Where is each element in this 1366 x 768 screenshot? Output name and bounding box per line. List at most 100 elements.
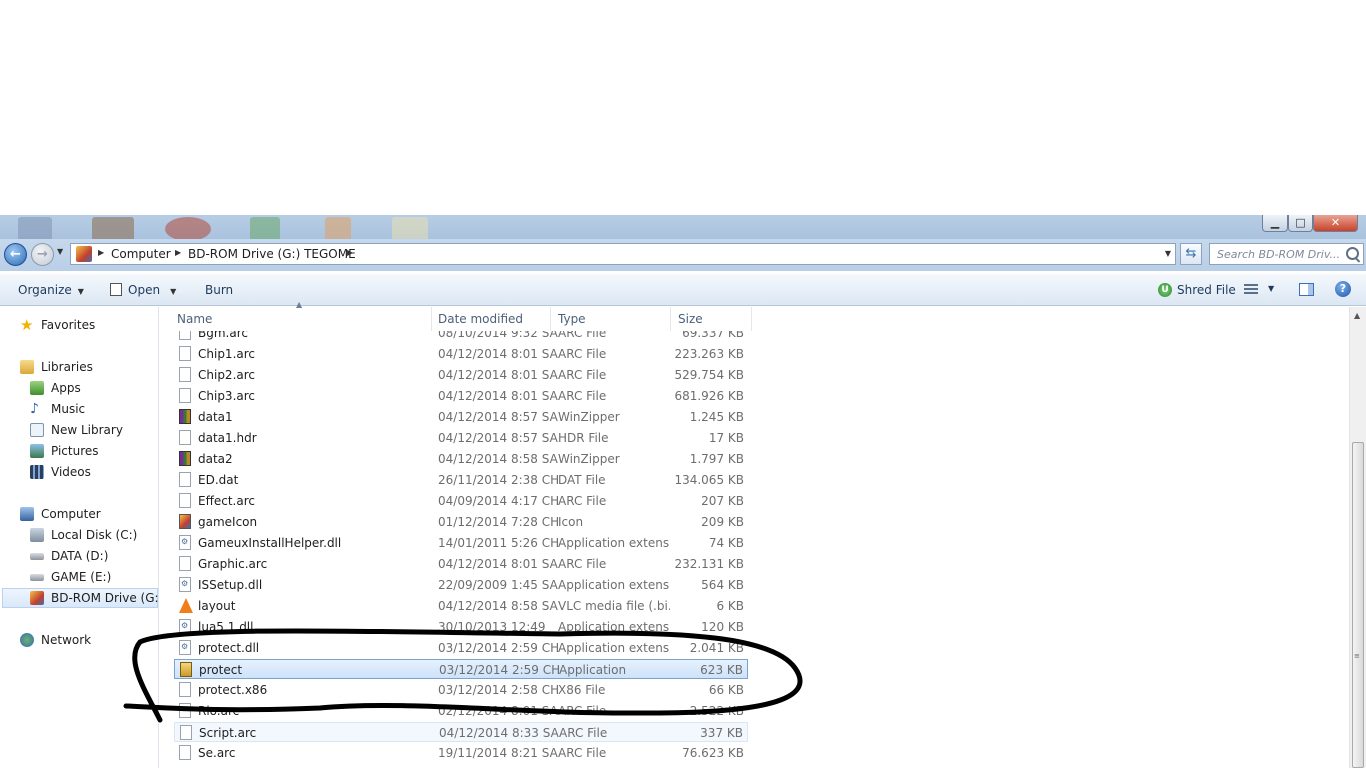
column-header-date[interactable]: Date modified <box>431 307 551 331</box>
search-input[interactable]: Search BD-ROM Driv... <box>1209 243 1364 265</box>
file-size: 623 KB <box>700 663 743 677</box>
chevron-right-icon[interactable]: ▶ <box>175 248 181 257</box>
refresh-button[interactable]: ⇆ <box>1180 243 1202 265</box>
nav-drive-g[interactable]: BD-ROM Drive (G:) T <box>2 588 158 608</box>
nav-library-new-library[interactable]: New Library <box>0 420 158 440</box>
chevron-right-icon[interactable]: ▶ <box>347 248 353 257</box>
file-type: WinZipper <box>558 410 620 424</box>
nav-library-videos[interactable]: Videos <box>0 462 158 482</box>
file-row[interactable]: protect.x86 03/12/2014 2:58 CH X86 File 66 … <box>174 680 748 700</box>
nav-label: DATA (D:) <box>51 549 109 563</box>
file-type: Icon <box>558 515 584 529</box>
hard-drive-icon <box>30 574 44 581</box>
scrollbar-thumb[interactable] <box>1352 442 1364 768</box>
chevron-down-icon: ▼ <box>77 287 84 296</box>
file-date: 04/12/2014 8:01 SA <box>438 368 558 382</box>
file-type: Application extens... <box>558 641 670 655</box>
file-row[interactable]: gameIcon 01/12/2014 7:28 CH Icon 209 KB <box>174 512 748 532</box>
title-bar: ▁ □ ✕ <box>0 215 1366 241</box>
column-header-type[interactable]: Type <box>551 307 671 331</box>
file-row[interactable]: layout 04/12/2014 8:58 SA VLC media file (… <box>174 596 748 616</box>
nav-library-pictures[interactable]: Pictures <box>0 441 158 461</box>
file-row[interactable]: ISSetup.dll 22/09/2009 1:45 SAApplication… <box>174 575 748 595</box>
nav-network[interactable]: Network <box>0 630 158 650</box>
nav-drive-e[interactable]: GAME (E:) <box>0 567 158 587</box>
chevron-down-icon[interactable]: ▼ <box>170 287 176 296</box>
nav-drive-d[interactable]: DATA (D:) <box>0 546 158 566</box>
file-name: layout <box>198 599 236 613</box>
file-size: 2.041 KB <box>689 641 744 655</box>
blank-area <box>0 0 1366 215</box>
file-date: 04/12/2014 8:57 SA <box>438 410 558 424</box>
file-row[interactable]: data1.hdr 04/12/2014 8:57 SA HDR File 17 KB <box>174 428 748 448</box>
file-row[interactable]: Graphic.arc 04/12/2014 8:01 SA ARC File 232… <box>174 554 748 574</box>
nav-label: Favorites <box>41 318 96 332</box>
maximize-button[interactable]: □ <box>1288 215 1313 232</box>
nav-libraries[interactable]: Libraries <box>0 357 158 377</box>
file-row[interactable]: Se.arc 19/11/2014 8:21 SA ARC File 76.623 K… <box>174 743 748 763</box>
file-icon <box>180 725 192 740</box>
file-row[interactable]: lua5.1.dll 30/10/2013 12:49 Application ex… <box>174 617 748 637</box>
help-icon[interactable]: ? <box>1335 281 1351 297</box>
breadcrumb-drive[interactable]: BD-ROM Drive (G:) TEGOME <box>188 247 356 261</box>
dll-icon <box>179 619 191 634</box>
preview-pane-icon[interactable] <box>1299 283 1314 296</box>
file-name: protect.dll <box>198 641 260 655</box>
file-icon <box>179 331 191 340</box>
file-size: 207 KB <box>701 494 744 508</box>
file-date: 04/12/2014 8:58 SA <box>438 599 558 613</box>
nav-favorites[interactable]: ★ Favorites <box>0 315 158 335</box>
forward-button[interactable]: → <box>31 243 54 266</box>
shred-file-button[interactable]: Shred File <box>1177 283 1236 297</box>
game-icon <box>179 514 191 529</box>
file-row[interactable]: GameuxInstallHelper.dll 14/01/2011 5:26 C… <box>174 533 748 553</box>
breadcrumb-computer[interactable]: Computer <box>111 247 171 261</box>
burn-button[interactable]: Burn <box>205 283 233 297</box>
recent-pages-dropdown[interactable]: ▼ <box>57 247 63 256</box>
views-dropdown-icon[interactable]: ▼ <box>1268 284 1274 293</box>
nav-drive-c[interactable]: Local Disk (C:) <box>0 525 158 545</box>
file-row[interactable]: Effect.arc 04/09/2014 4:17 CH ARC File 207 … <box>174 491 748 511</box>
file-row[interactable]: data1 04/12/2014 8:57 SA WinZipper 1.245 KB <box>174 407 748 427</box>
file-row[interactable]: Chip3.arc 04/12/2014 8:01 SA ARC File 681.9… <box>174 386 748 406</box>
nav-computer[interactable]: Computer <box>0 504 158 524</box>
file-type: ARC File <box>558 389 607 403</box>
vertical-scrollbar[interactable]: ▲ ≡ <box>1349 307 1366 768</box>
file-row[interactable]: Chip1.arc 04/12/2014 8:01 SA ARC File 223.2… <box>174 344 748 364</box>
address-bar[interactable]: ▶ Computer ▶ BD-ROM Drive (G:) TEGOME ▶ … <box>70 243 1176 265</box>
file-size: 134.065 KB <box>674 473 744 487</box>
column-header-name[interactable]: Name <box>170 307 432 331</box>
file-row[interactable]: ED.dat 26/11/2014 2:38 CH DAT File 134.065 … <box>174 470 748 490</box>
file-row[interactable]: Chip2.arc 04/12/2014 8:01 SA ARC File 529.7… <box>174 365 748 385</box>
chevron-right-icon[interactable]: ▶ <box>98 248 104 257</box>
address-dropdown-icon[interactable]: ▼ <box>1165 249 1171 258</box>
views-icon[interactable] <box>1244 284 1258 296</box>
nav-library-music[interactable]: ♪ Music <box>0 399 158 419</box>
file-size: 564 KB <box>701 578 744 592</box>
file-row[interactable]: protect 03/12/2014 2:59 CH Application 623 … <box>174 659 748 679</box>
winzipper-icon <box>179 451 191 466</box>
column-header-size[interactable]: Size <box>671 307 752 331</box>
organize-button[interactable]: Organize ▼ <box>18 283 84 297</box>
scroll-up-icon[interactable]: ▲ <box>1354 311 1360 320</box>
file-icon <box>179 745 191 760</box>
file-row[interactable]: Rio.arc 02/12/2014 8:01 SA ARC File 2.522 K… <box>174 701 748 721</box>
file-size: 66 KB <box>708 683 744 697</box>
back-button[interactable]: ← <box>4 243 27 266</box>
search-icon[interactable] <box>1346 247 1359 260</box>
taskbar-thumb-icon <box>250 217 280 241</box>
file-type: ARC File <box>558 494 607 508</box>
minimize-button[interactable]: ▁ <box>1262 215 1288 232</box>
file-row[interactable]: data2 04/12/2014 8:58 SA WinZipper 1.797 KB <box>174 449 748 469</box>
file-row[interactable]: Bgm.arc 08/10/2014 9:32 SA ARC File 69.337 … <box>174 331 748 343</box>
file-row[interactable]: Script.arc 04/12/2014 8:33 SA ARC File 337 … <box>174 722 748 742</box>
nav-label: New Library <box>51 423 123 437</box>
library-icon <box>30 423 44 437</box>
nav-label: Libraries <box>41 360 93 374</box>
file-date: 02/12/2014 8:01 SA <box>438 704 558 718</box>
nav-library-apps[interactable]: Apps <box>0 378 158 398</box>
file-name: data1 <box>198 410 233 424</box>
close-button[interactable]: ✕ <box>1313 215 1358 232</box>
file-row[interactable]: protect.dll 03/12/2014 2:59 CHApplication… <box>174 638 748 658</box>
open-button[interactable]: Open ▼ <box>128 283 176 297</box>
